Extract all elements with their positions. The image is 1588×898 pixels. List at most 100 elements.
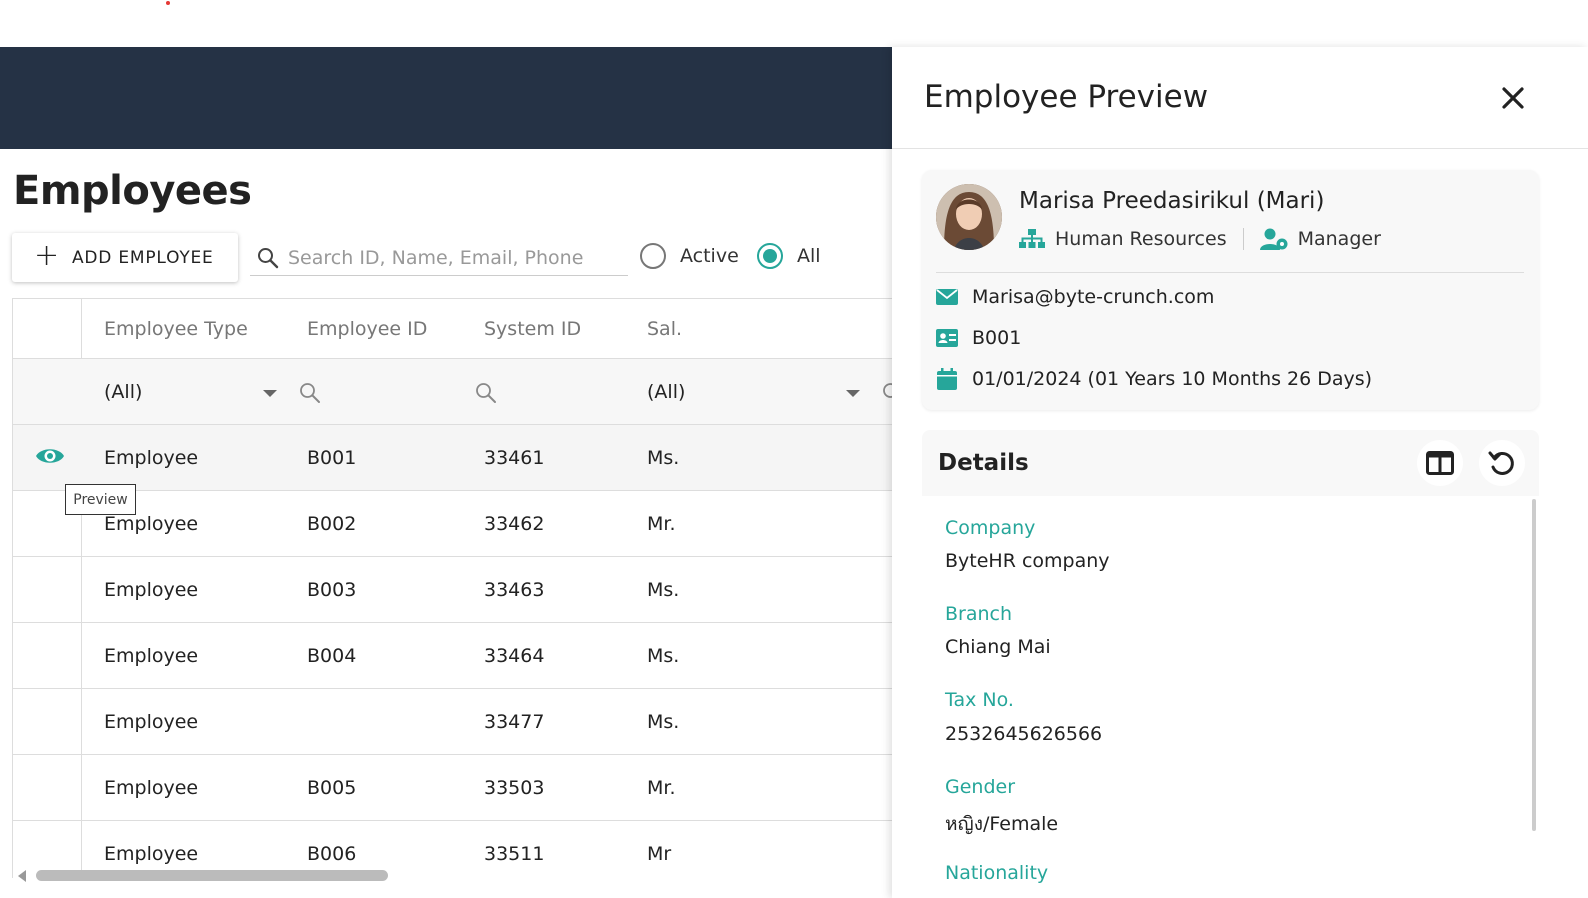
cell-employee-type: Employee: [104, 776, 199, 799]
id-card-icon: [936, 329, 958, 347]
cell-salutation: Ms.: [647, 578, 680, 601]
cell-employee-type: Employee: [104, 446, 199, 469]
close-icon[interactable]: [1500, 85, 1526, 111]
field-label-branch: Branch: [945, 603, 1013, 625]
field-label-nationality: Nationality: [945, 862, 1049, 884]
user-tie-icon: [1259, 228, 1288, 250]
filter-employee-type[interactable]: (All): [104, 359, 142, 424]
preview-tooltip: Preview: [65, 484, 136, 515]
employee-summary-card: Marisa Preedasirikul (Mari) Human Resour…: [922, 170, 1539, 410]
field-value-branch: Chiang Mai: [945, 636, 1051, 658]
column-header-salutation[interactable]: Sal.: [647, 299, 682, 358]
cell-salutation: Ms.: [647, 446, 680, 469]
scroll-left-icon[interactable]: [18, 870, 26, 882]
email-value: Marisa@byte-crunch.com: [972, 286, 1215, 308]
columns-icon: [1426, 451, 1454, 475]
filter-active-radio[interactable]: Active: [640, 243, 739, 269]
radio-unchecked-icon: [640, 243, 666, 269]
search-box: [250, 240, 628, 276]
start-date-value: 01/01/2024 (01 Years 10 Months 26 Days): [972, 368, 1373, 390]
add-employee-button[interactable]: + ADD EMPLOYEE: [12, 233, 238, 282]
cell-employee-id: B001: [307, 446, 357, 469]
field-value-gender: หญิง/Female: [945, 813, 1059, 835]
divider: [1242, 228, 1244, 250]
cell-employee-type: Employee: [104, 644, 199, 667]
employee-meta: Human Resources Manager: [1019, 228, 1381, 250]
cell-employee-id: B003: [307, 578, 357, 601]
filter-search-icon[interactable]: [474, 381, 498, 405]
field-label-tax-no: Tax No.: [945, 689, 1014, 711]
divider: [936, 272, 1524, 273]
cell-system-id: 33477: [484, 710, 545, 733]
table-row[interactable]: Employee B005 33503 Mr.: [13, 755, 892, 821]
table-row[interactable]: Employee B004 33464 Ms.: [13, 623, 892, 689]
cell-system-id: 33463: [484, 578, 545, 601]
column-header-employee-type[interactable]: Employee Type: [104, 299, 248, 358]
cell-salutation: Mr.: [647, 776, 676, 799]
radio-checked-icon: [757, 243, 783, 269]
position-label: Manager: [1297, 228, 1381, 250]
cell-system-id: 33461: [484, 446, 545, 469]
notification-dot: [166, 1, 170, 5]
sitemap-icon: [1019, 229, 1045, 248]
cell-system-id: 33464: [484, 644, 545, 667]
table-row[interactable]: Employee B001 33461 Ms.: [13, 425, 892, 491]
field-value-company: ByteHR company: [945, 550, 1110, 572]
filter-active-label: Active: [680, 245, 739, 267]
field-label-company: Company: [945, 517, 1036, 539]
employee-id-value: B001: [972, 327, 1022, 349]
grid-filter-row: (All) (All): [13, 359, 892, 425]
cell-salutation: Mr.: [647, 512, 676, 535]
department-label: Human Resources: [1055, 228, 1227, 250]
calendar-icon: [937, 368, 957, 390]
dropdown-arrow-icon[interactable]: [846, 390, 860, 397]
filter-search-icon[interactable]: [881, 381, 892, 405]
reset-button[interactable]: [1479, 440, 1525, 486]
divider: [892, 148, 1588, 149]
column-header-system-id[interactable]: System ID: [484, 299, 581, 358]
cell-employee-id: B005: [307, 776, 357, 799]
panel-title: Employee Preview: [924, 79, 1209, 115]
eye-icon[interactable]: [35, 445, 65, 467]
envelope-icon: [936, 289, 958, 305]
dropdown-arrow-icon[interactable]: [263, 390, 277, 397]
employee-grid: Employee Type Employee ID System ID Sal.…: [12, 298, 892, 878]
email-row: Marisa@byte-crunch.com: [936, 286, 1214, 308]
cell-employee-type: Employee: [104, 578, 199, 601]
cell-employee-id: B004: [307, 644, 357, 667]
filter-all-label: All: [797, 245, 821, 267]
search-input[interactable]: [288, 246, 608, 269]
start-date-row: 01/01/2024 (01 Years 10 Months 26 Days): [936, 368, 1372, 390]
cell-salutation: Ms.: [647, 644, 680, 667]
employee-id-row: B001: [936, 327, 1021, 349]
top-navbar: [0, 47, 892, 149]
add-employee-label: ADD EMPLOYEE: [71, 247, 214, 268]
field-value-tax-no: 2532645626566: [945, 723, 1103, 745]
cell-system-id: 33503: [484, 776, 545, 799]
cell-employee-id: B002: [307, 512, 357, 535]
cell-system-id: 33462: [484, 512, 545, 535]
undo-icon: [1488, 451, 1514, 475]
filter-search-icon[interactable]: [298, 381, 322, 405]
grid-header-row: Employee Type Employee ID System ID Sal.: [13, 299, 892, 359]
cell-salutation: Ms.: [647, 710, 680, 733]
field-label-gender: Gender: [945, 776, 1016, 798]
employee-name: Marisa Preedasirikul (Mari): [1019, 188, 1325, 214]
search-icon: [258, 247, 279, 268]
cell-employee-type: Employee: [104, 710, 199, 733]
plus-icon: +: [34, 237, 60, 273]
layout-toggle-button[interactable]: [1417, 440, 1463, 486]
horizontal-scrollbar[interactable]: [12, 868, 892, 884]
details-header: Details: [922, 430, 1539, 496]
filter-all-radio[interactable]: All: [757, 243, 821, 269]
page-title: Employees: [13, 168, 252, 214]
avatar: [936, 184, 1002, 250]
scrollbar-thumb[interactable]: [36, 870, 388, 881]
vertical-scrollbar[interactable]: [1532, 499, 1536, 831]
table-row[interactable]: Employee 33477 Ms.: [13, 689, 892, 755]
table-row[interactable]: Employee B002 33462 Mr.: [13, 491, 892, 557]
table-row[interactable]: Employee B003 33463 Ms.: [13, 557, 892, 623]
filter-salutation[interactable]: (All): [647, 359, 685, 424]
column-header-employee-id[interactable]: Employee ID: [307, 299, 427, 358]
employee-preview-panel: Employee Preview Marisa Preedasirikul (M…: [892, 47, 1588, 898]
